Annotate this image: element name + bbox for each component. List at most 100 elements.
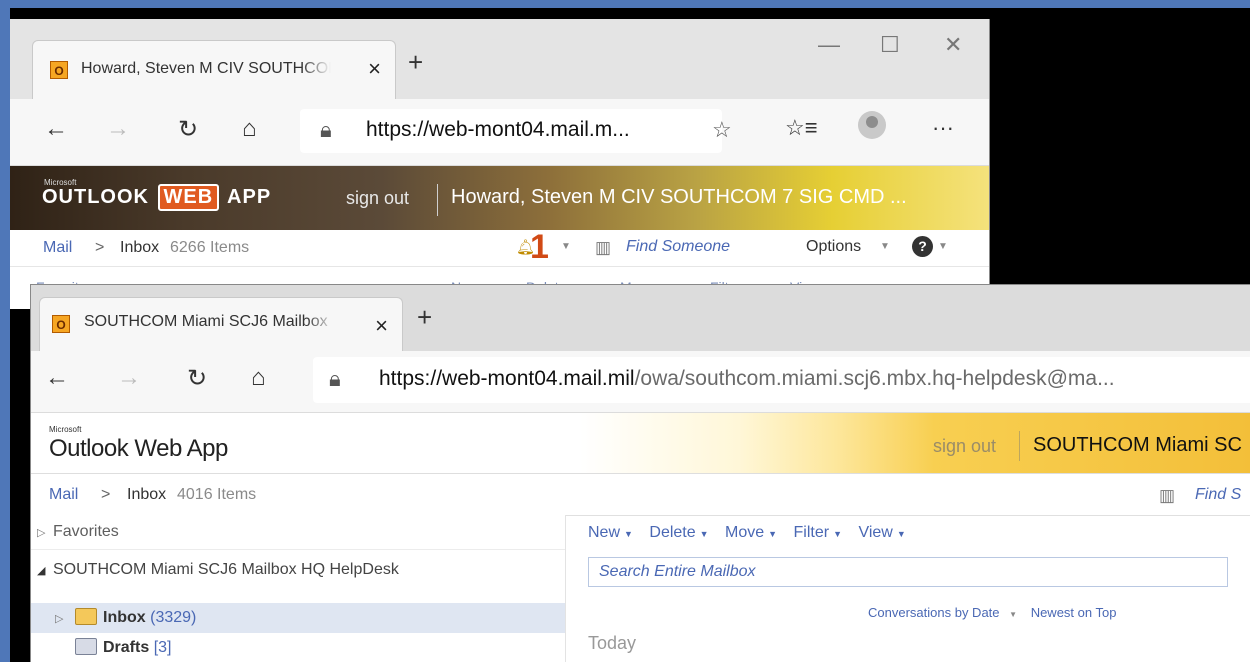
message-list-pane: New▼ Delete▼ Move▼ Filter▼ View▼ Convers… (566, 515, 1250, 662)
options-button[interactable]: Options (806, 238, 861, 256)
tab-close-button[interactable]: × (375, 313, 388, 339)
home-icon[interactable]: ⌂ (242, 115, 257, 143)
refresh-icon[interactable]: ↻ (178, 115, 198, 144)
sort-order-button[interactable]: Newest on Top (1031, 605, 1117, 620)
screenshot-frame: O Howard, Steven M CIV SOUTHCOM × + — ☐ … (0, 0, 1250, 662)
tab-close-button[interactable]: × (368, 56, 381, 82)
back-arrow-icon[interactable]: ← (44, 115, 68, 143)
help-icon[interactable]: ? (912, 236, 933, 257)
minimize-button[interactable]: — (818, 32, 840, 58)
sign-out-link[interactable]: sign out (933, 436, 996, 457)
folder-inbox-count: (3329) (150, 609, 197, 626)
url-text[interactable]: https://web-mont04.mail.m... (366, 118, 630, 142)
chevron-down-icon: ▼ (833, 529, 842, 539)
folder-inbox-name: Inbox (103, 609, 146, 626)
breadcrumb-mail[interactable]: Mail (43, 239, 72, 257)
desktop-border-left (0, 0, 10, 662)
view-label: View (858, 524, 893, 541)
address-toolbar: ← → ↻ ⌂ 🔒︎ https://web-mont04.mail.m... … (10, 99, 989, 166)
more-icon[interactable]: ··· (932, 115, 954, 141)
address-bar[interactable]: 🔒︎ https://web-mont04.mail.m... ☆ (300, 109, 732, 153)
chevron-down-icon: ▼ (624, 529, 633, 539)
breadcrumb-separator: > (101, 486, 111, 503)
logo-right: APP (221, 186, 272, 208)
folder-inbox[interactable]: ▷ Inbox (3329) (31, 603, 565, 633)
sign-out-link[interactable]: sign out (346, 188, 409, 209)
browser-window-front: O SOUTHCOM Miami SCJ6 Mailbox × + ← → ↻ … (30, 284, 1250, 662)
view-button[interactable]: View ▼ (858, 524, 905, 541)
breadcrumb-separator: > (95, 239, 105, 256)
tab-title: Howard, Steven M CIV SOUTHCOM (81, 60, 331, 78)
tab-title: SOUTHCOM Miami SCJ6 Mailbox (84, 313, 336, 331)
filter-button[interactable]: Filter ▼ (794, 524, 842, 541)
close-window-button[interactable]: ✕ (944, 32, 962, 58)
chevron-down-icon[interactable]: ▼ (938, 241, 948, 252)
address-book-icon[interactable]: ▥ (1159, 486, 1175, 506)
lock-icon[interactable]: 🔒︎ (329, 366, 341, 392)
forward-arrow-icon[interactable]: → (106, 115, 130, 143)
mail-content: ▷ Favorites ◢ SOUTHCOM Miami SCJ6 Mailbo… (31, 515, 1250, 662)
owa-logo: Outlook Web App (49, 435, 228, 462)
favorites-list-icon[interactable]: ☆≡ (785, 115, 818, 141)
reminder-count[interactable]: 1 (530, 228, 549, 267)
favorites-label[interactable]: Favorites (53, 523, 119, 541)
breadcrumb-inbox: Inbox (127, 486, 167, 503)
breadcrumb-mail[interactable]: Mail (49, 486, 78, 504)
address-toolbar: ← → ↻ ⌂ 🔒︎ https://web-mont04.mail.mil/o… (31, 351, 1250, 413)
favorite-star-icon[interactable]: ☆ (712, 117, 732, 143)
expand-triangle-icon[interactable]: ▷ (37, 526, 45, 539)
move-button[interactable]: Move ▼ (725, 524, 777, 541)
collapse-triangle-icon[interactable]: ◢ (37, 564, 45, 577)
expand-triangle-icon[interactable]: ▷ (55, 612, 63, 625)
chevron-down-icon[interactable]: ▼ (561, 241, 571, 252)
address-book-icon[interactable]: ▥ (595, 238, 611, 258)
back-arrow-icon[interactable]: ← (45, 364, 69, 392)
url-host: https://web-mont04.mail.mil (379, 367, 635, 390)
maximize-button[interactable]: ☐ (880, 32, 900, 58)
refresh-icon[interactable]: ↻ (187, 364, 207, 393)
chevron-down-icon[interactable]: ▼ (1009, 610, 1017, 619)
delete-button[interactable]: Delete ▼ (649, 524, 708, 541)
folder-pane: ▷ Favorites ◢ SOUTHCOM Miami SCJ6 Mailbo… (31, 515, 565, 662)
home-icon[interactable]: ⌂ (251, 364, 266, 392)
owa-header: Microsoft Outlook Web App sign out SOUTH… (31, 413, 1250, 474)
tab-strip: O SOUTHCOM Miami SCJ6 Mailbox × + (31, 285, 1250, 351)
profile-icon[interactable] (858, 111, 886, 139)
user-name[interactable]: SOUTHCOM Miami SC (1033, 434, 1242, 457)
search-box[interactable] (588, 557, 1228, 587)
find-someone-link[interactable]: Find S (1195, 486, 1241, 504)
search-input[interactable] (597, 562, 1201, 582)
header-separator (1019, 431, 1020, 461)
owa-header-dark: Microsoft OUTLOOK WEB APP sign out Howar… (10, 166, 989, 230)
favorites-node[interactable]: ▷ Favorites (31, 515, 565, 547)
logo-left: OUTLOOK (42, 186, 156, 208)
item-count: 6266 Items (170, 239, 250, 256)
chevron-down-icon[interactable]: ▼ (880, 241, 890, 252)
forward-arrow-icon[interactable]: → (117, 364, 141, 392)
chevron-down-icon: ▼ (896, 529, 906, 539)
folder-drafts-name: Drafts (103, 639, 150, 656)
sort-controls: Conversations by Date ▼ Newest on Top (868, 605, 1116, 620)
find-someone-link[interactable]: Find Someone (626, 238, 730, 256)
address-bar[interactable]: 🔒︎ https://web-mont04.mail.mil/owa/south… (313, 357, 1250, 403)
url-text[interactable]: https://web-mont04.mail.mil/owa/southcom… (379, 367, 1115, 391)
drafts-folder-icon (75, 638, 97, 655)
new-tab-button[interactable]: + (417, 302, 432, 333)
user-name[interactable]: Howard, Steven M CIV SOUTHCOM 7 SIG CMD … (451, 186, 907, 209)
folder-drafts[interactable]: Drafts [3] (31, 633, 565, 662)
microsoft-label: Microsoft (49, 425, 82, 434)
mailbox-label[interactable]: SOUTHCOM Miami SCJ6 Mailbox HQ HelpDesk (53, 561, 399, 579)
mail-toolbar: New ▼ Delete ▼ Move ▼ Filter ▼ View ▼ (588, 524, 918, 542)
new-tab-button[interactable]: + (408, 47, 423, 78)
arrange-by-button[interactable]: Conversations by Date (868, 605, 1000, 620)
new-button[interactable]: New ▼ (588, 524, 633, 541)
owa-logo: OUTLOOK WEB APP (42, 184, 271, 211)
browser-window-back: O Howard, Steven M CIV SOUTHCOM × + — ☐ … (10, 19, 990, 309)
mailbox-node[interactable]: ◢ SOUTHCOM Miami SCJ6 Mailbox HQ HelpDes… (31, 549, 565, 586)
filter-label: Filter (793, 524, 830, 541)
lock-icon[interactable]: 🔒︎ (320, 117, 332, 143)
breadcrumb-inbox: Inbox (120, 239, 160, 256)
browser-tab-southcom[interactable]: O SOUTHCOM Miami SCJ6 Mailbox × (39, 297, 403, 351)
chevron-down-icon: ▼ (699, 529, 709, 539)
browser-tab-howard[interactable]: O Howard, Steven M CIV SOUTHCOM × (32, 40, 396, 100)
